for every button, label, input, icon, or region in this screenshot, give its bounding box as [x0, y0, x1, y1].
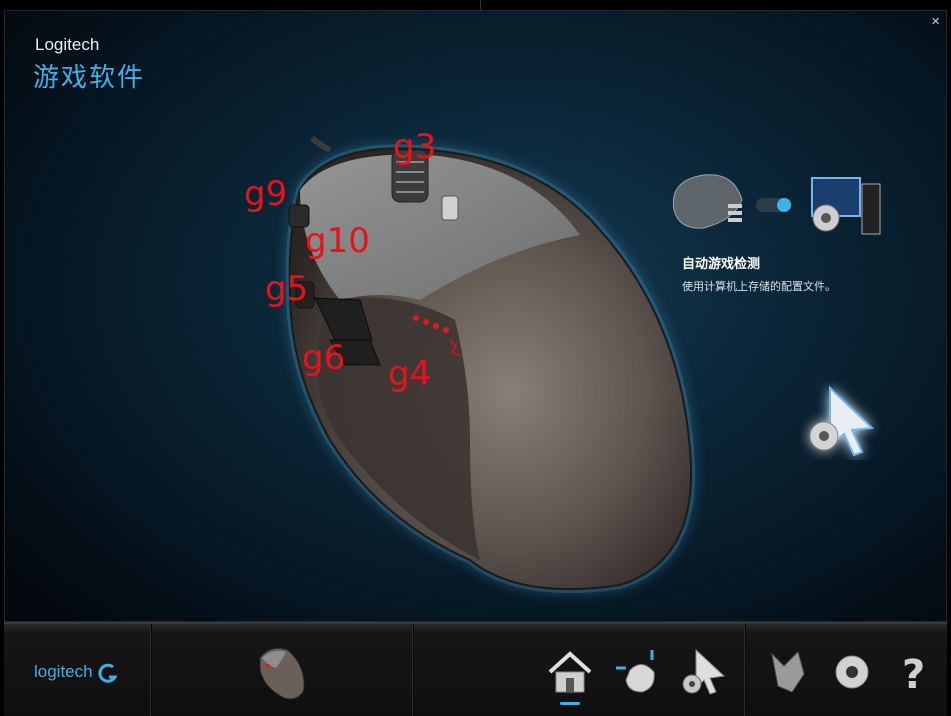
label-g4: g4	[388, 354, 432, 394]
active-tab-indicator	[560, 702, 580, 705]
label-g6: g6	[302, 338, 346, 378]
label-g10: g10	[305, 221, 370, 261]
logitech-g-icon	[98, 663, 118, 683]
mouse-customize-icon[interactable]	[612, 648, 664, 698]
help-icon[interactable]: ?	[894, 646, 934, 698]
logo-text: logitech	[34, 662, 93, 681]
toolbar-divider	[744, 624, 746, 716]
computer-gear-icon	[811, 177, 881, 235]
game-profile-icon[interactable]	[764, 646, 812, 698]
svg-text:?: ?	[902, 652, 925, 698]
pointer-settings-icon[interactable]	[674, 646, 730, 698]
mouse-device-icon	[672, 174, 743, 229]
pointer-settings-icon[interactable]	[800, 380, 890, 460]
bottom-toolbar: logitech ?	[4, 622, 947, 716]
toggle-switch[interactable]	[756, 198, 792, 212]
logitech-logo: logitech	[34, 662, 119, 683]
mouse-image	[285, 135, 696, 594]
label-g5: g5	[265, 269, 309, 309]
label-g3: g3	[393, 127, 437, 167]
home-icon[interactable]	[544, 648, 596, 698]
toolbar-divider	[412, 624, 414, 716]
auto-detect-description: 使用计算机上存储的配置文件。	[682, 281, 836, 293]
label-g9: g9	[244, 174, 288, 214]
toolbar-divider	[150, 624, 152, 716]
auto-detect-graphic[interactable]	[664, 160, 894, 240]
mouse-selector-icon[interactable]	[248, 640, 312, 704]
auto-detect-title: 自动游戏检测	[682, 256, 761, 271]
settings-icon[interactable]	[828, 646, 876, 698]
